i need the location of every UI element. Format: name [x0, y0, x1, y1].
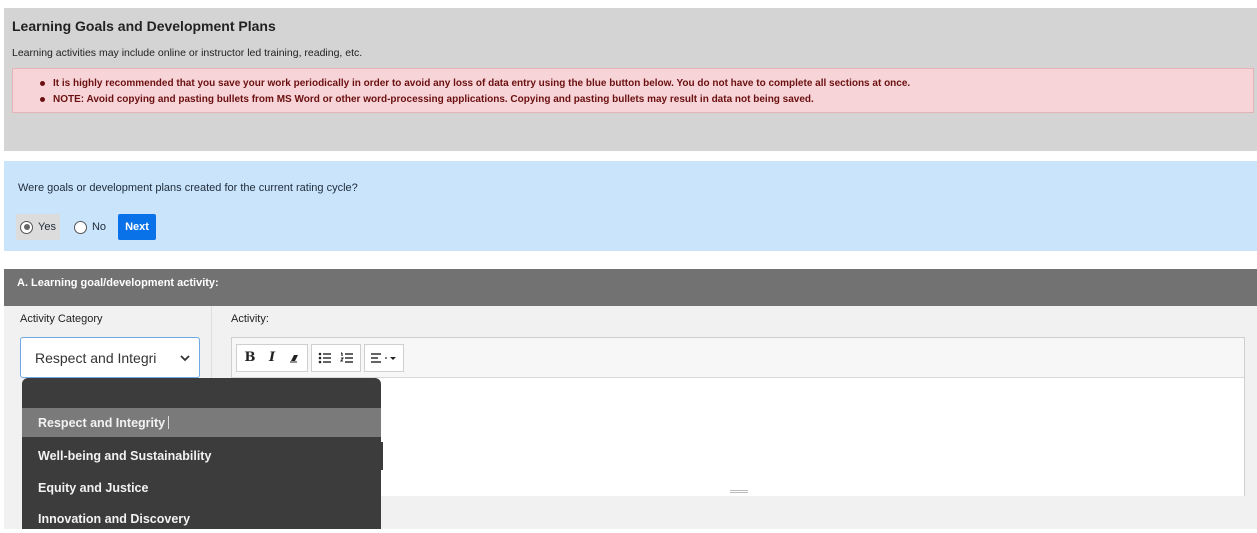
notice-text: It is highly recommended that you save y… [53, 78, 911, 89]
align-left-icon [371, 352, 381, 363]
bullet-list-icon [318, 352, 331, 363]
bullet-icon [40, 97, 45, 102]
radio-group: Yes No Next [16, 214, 157, 240]
chevron-down-icon [180, 355, 190, 362]
editor-toolbar: B I [232, 338, 1244, 378]
radio-yes-label: Yes [38, 221, 56, 233]
radio-unchecked-icon[interactable] [73, 220, 87, 234]
dropdown-edge [381, 442, 383, 470]
dropdown-option[interactable]: Respect and Integrity [22, 408, 381, 437]
page-subtitle: Learning activities may include online o… [12, 47, 363, 59]
bullet-icon [40, 81, 45, 86]
align-group [364, 343, 404, 372]
notice-text: NOTE: Avoid copying and pasting bullets … [53, 94, 814, 105]
italic-button[interactable]: I [261, 346, 283, 370]
numbered-list-icon [340, 351, 353, 363]
align-dropdown-button[interactable] [367, 346, 401, 370]
question-text: Were goals or development plans created … [18, 182, 358, 194]
notice-box: It is highly recommended that you save y… [12, 68, 1254, 113]
top-spacer [0, 0, 1257, 8]
section-header: A. Learning goal/development activity: [4, 269, 1257, 306]
bullet-list-button[interactable] [314, 346, 336, 370]
radio-no[interactable]: No [73, 214, 107, 240]
eraser-icon [290, 354, 298, 362]
next-button[interactable]: Next [118, 214, 157, 240]
caret-down-icon [385, 356, 396, 360]
activity-editor: B I [231, 337, 1245, 496]
bold-button[interactable]: B [239, 346, 261, 370]
text-cursor [168, 416, 170, 429]
radio-checked-icon[interactable] [20, 220, 33, 234]
radio-yes[interactable]: Yes [16, 214, 60, 240]
notice-list: It is highly recommended that you save y… [13, 77, 1253, 106]
dropdown-option[interactable]: Well-being and Sustainability [22, 441, 381, 470]
category-label: Activity Category [20, 313, 103, 325]
resize-handle-icon[interactable] [730, 490, 748, 493]
numbered-list-button[interactable] [336, 346, 358, 370]
category-select-value: Respect and Integri [35, 349, 157, 366]
list-group [311, 343, 361, 372]
dropdown-option[interactable]: Equity and Justice [22, 473, 381, 502]
header-panel: Learning Goals and Development Plans Lea… [4, 8, 1257, 151]
section-title: A. Learning goal/development activity: [17, 277, 219, 289]
eraser-button[interactable] [283, 346, 305, 370]
radio-no-label: No [91, 221, 107, 233]
activity-textarea[interactable] [232, 378, 1244, 496]
notice-item: NOTE: Avoid copying and pasting bullets … [40, 93, 1253, 106]
format-group: B I [236, 343, 308, 372]
category-dropdown-menu: Respect and Integrity Well-being and Sus… [22, 378, 381, 529]
activity-label: Activity: [231, 313, 269, 325]
question-panel: Were goals or development plans created … [4, 161, 1257, 251]
category-select[interactable]: Respect and Integri [20, 337, 200, 378]
page-title: Learning Goals and Development Plans [12, 18, 276, 34]
notice-item: It is highly recommended that you save y… [40, 77, 1253, 90]
